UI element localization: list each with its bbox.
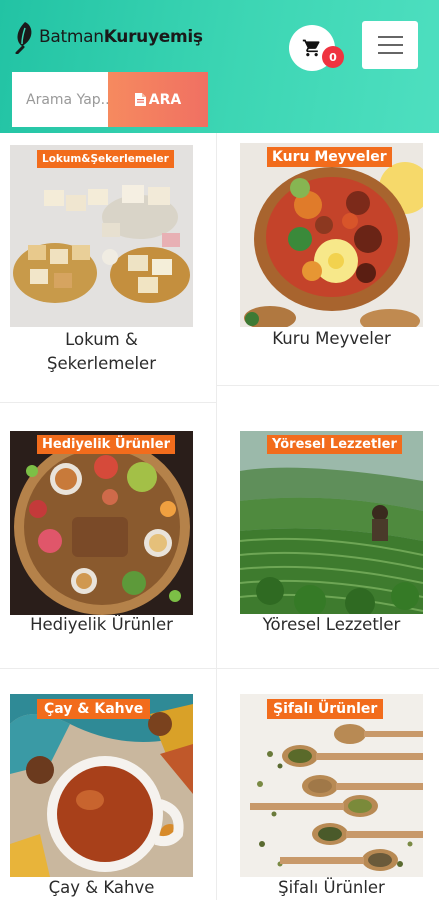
category-title-lokum: Lokum & Şekerlemeler	[10, 328, 193, 376]
category-card-kuru-meyveler[interactable]: Kuru Meyveler Kuru Meyveler	[217, 133, 439, 385]
hamburger-menu-button[interactable]	[362, 21, 418, 69]
search-file-icon	[134, 93, 146, 106]
category-title-sifali: Şifalı Ürünler	[278, 878, 385, 897]
logo-text-part1: Batman	[39, 27, 104, 47]
category-image-sifali: Şifalı Ürünler	[240, 694, 423, 877]
search-input[interactable]	[12, 72, 108, 127]
logo-text-part2: Kuruyemiş	[103, 27, 203, 47]
hamburger-menu-icon	[377, 52, 403, 54]
cart-icon	[302, 39, 320, 57]
logo-text: BatmanKuruyemiş	[39, 27, 203, 47]
logo-leaf-icon	[15, 22, 32, 54]
cart-count-badge: 0	[322, 46, 344, 68]
category-tag-lokum: Lokum&Şekerlemeler	[37, 150, 174, 168]
category-title-yoresel: Yöresel Lezzetler	[262, 615, 401, 634]
category-image-cay-kahve: Çay & Kahve	[10, 694, 193, 877]
hamburger-menu-icon	[377, 36, 403, 38]
category-image-lokum: Lokum&Şekerlemeler	[10, 145, 193, 327]
category-image-hediyelik: Hediyelik Ürünler	[10, 431, 193, 615]
hamburger-menu-icon	[377, 44, 403, 46]
category-title-hediyelik: Hediyelik Ürünler	[30, 615, 173, 634]
category-card-yoresel[interactable]: Yöresel Lezzetler Yöresel Lezzetler	[217, 386, 439, 668]
category-card-hediyelik[interactable]: Hediyelik Ürünler Hediyelik Ürünler	[0, 403, 216, 668]
logo[interactable]: BatmanKuruyemiş	[12, 20, 203, 54]
category-title-kuru-meyveler: Kuru Meyveler	[272, 329, 391, 348]
category-image-yoresel: Yöresel Lezzetler	[240, 431, 423, 614]
category-title-cay-kahve: Çay & Kahve	[48, 878, 155, 897]
category-tag-sifali: Şifalı Ürünler	[267, 699, 384, 719]
search-button-label: ARA	[148, 91, 182, 108]
category-tag-kuru-meyveler: Kuru Meyveler	[267, 147, 392, 167]
category-card-cay-kahve[interactable]: Çay & Kahve Çay & Kahve	[0, 669, 216, 900]
category-tag-hediyelik: Hediyelik Ürünler	[37, 435, 175, 454]
category-tag-cay-kahve: Çay & Kahve	[37, 699, 151, 719]
category-card-sifali[interactable]: Şifalı Ürünler Şifalı Ürünler	[217, 669, 439, 900]
category-tag-yoresel: Yöresel Lezzetler	[267, 435, 402, 454]
header: BatmanKuruyemiş 0 ARA	[0, 0, 439, 133]
category-image-kuru-meyveler: Kuru Meyveler	[240, 143, 423, 327]
category-card-lokum[interactable]: Lokum&Şekerlemeler Lokum & Şekerlemeler	[0, 133, 216, 401]
category-title-line1: Lokum &	[65, 330, 138, 349]
category-title-line2: Şekerlemeler	[46, 354, 156, 373]
search-button[interactable]: ARA	[108, 72, 208, 127]
